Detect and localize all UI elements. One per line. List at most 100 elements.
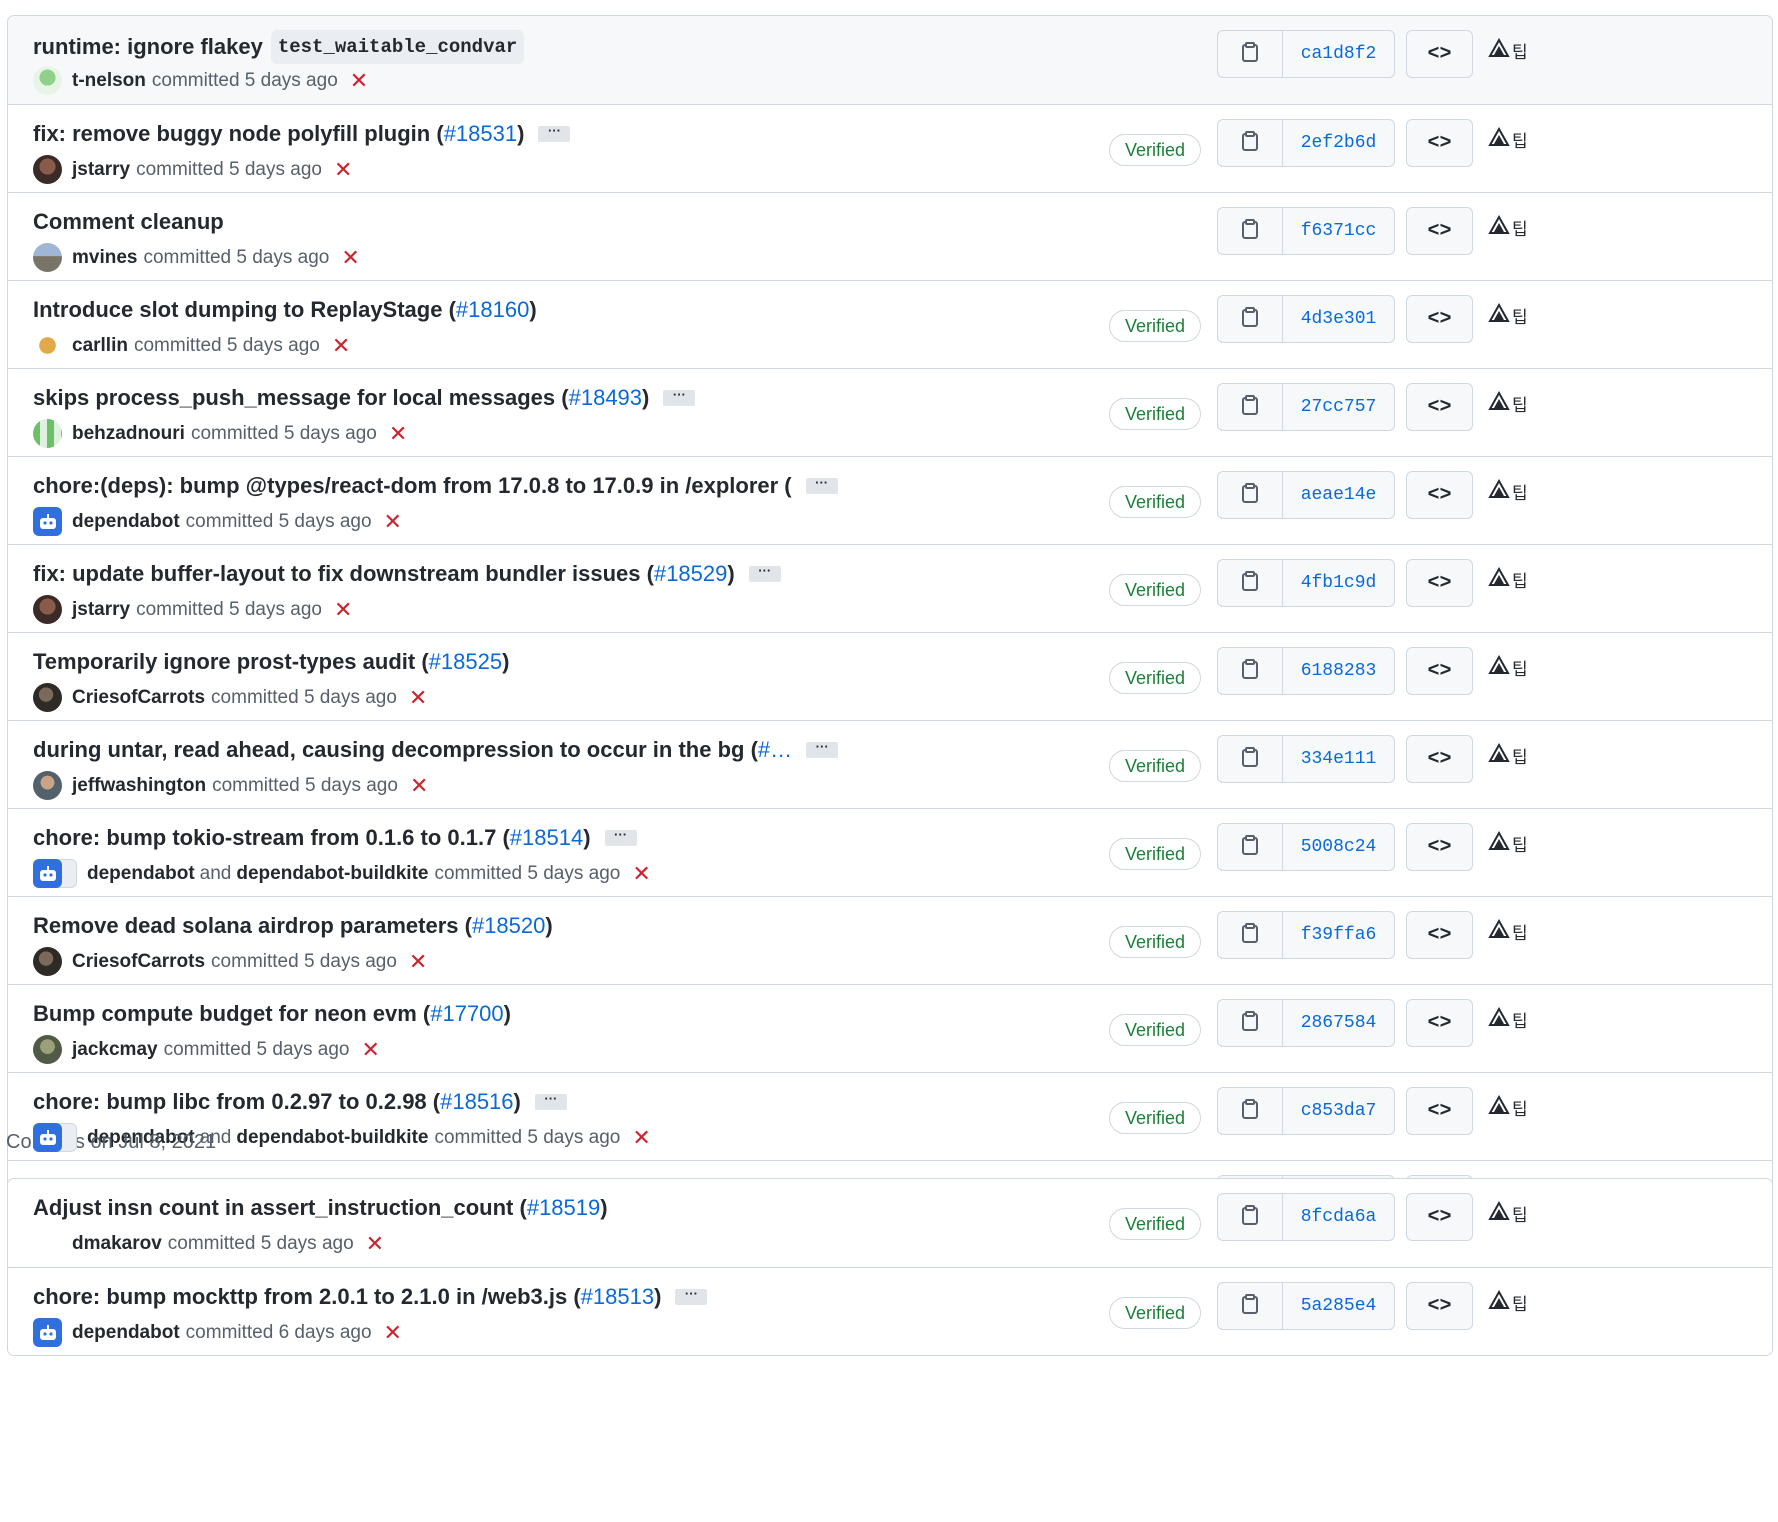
- avatar[interactable]: [33, 419, 62, 448]
- copy-sha-button[interactable]: [1218, 1088, 1283, 1134]
- avatar[interactable]: [33, 155, 62, 184]
- browse-repo-button[interactable]: <>: [1406, 1087, 1473, 1135]
- commit-message-link[interactable]: Temporarily ignore prost-types audit (: [33, 647, 429, 677]
- avatar[interactable]: [33, 683, 62, 712]
- verified-badge[interactable]: Verified: [1109, 662, 1201, 694]
- commit-message-link[interactable]: fix: remove buggy node polyfill plugin (: [33, 119, 444, 149]
- pull-request-link[interactable]: #18160: [456, 295, 529, 325]
- expand-description-button[interactable]: ···: [604, 828, 637, 846]
- pull-request-link[interactable]: #…: [758, 735, 792, 765]
- warning-icon[interactable]: 팁: [1488, 1094, 1528, 1120]
- commit-sha-link[interactable]: 334e111: [1283, 736, 1394, 782]
- warning-icon[interactable]: 팁: [1488, 1006, 1528, 1032]
- author-link[interactable]: jeffwashington: [72, 773, 206, 799]
- commit-message-link[interactable]: chore: bump mockttp from 2.0.1 to 2.1.0 …: [33, 1282, 581, 1312]
- author-link[interactable]: dependabot: [72, 1320, 180, 1346]
- browse-repo-button[interactable]: <>: [1406, 383, 1473, 431]
- ci-failed-icon[interactable]: ✕: [350, 69, 368, 91]
- warning-icon[interactable]: 팁: [1488, 654, 1528, 680]
- verified-badge[interactable]: Verified: [1109, 750, 1201, 782]
- author-link[interactable]: dependabot: [72, 509, 180, 535]
- commit-sha-link[interactable]: 5008c24: [1283, 824, 1394, 870]
- commit-sha-link[interactable]: 2867584: [1283, 1000, 1394, 1046]
- warning-icon[interactable]: 팁: [1488, 37, 1528, 63]
- pull-request-link[interactable]: #18514: [510, 823, 583, 853]
- warning-icon[interactable]: 팁: [1488, 742, 1528, 768]
- verified-badge[interactable]: Verified: [1109, 134, 1201, 166]
- coauthor-link[interactable]: dependabot-buildkite: [236, 1125, 428, 1151]
- ci-failed-icon[interactable]: ✕: [361, 1038, 379, 1060]
- pull-request-link[interactable]: #18493: [569, 383, 642, 413]
- copy-sha-button[interactable]: [1218, 472, 1283, 518]
- ci-failed-icon[interactable]: ✕: [409, 950, 427, 972]
- warning-icon[interactable]: 팁: [1488, 566, 1528, 592]
- commit-sha-link[interactable]: 8fcda6a: [1283, 1194, 1394, 1240]
- ci-failed-icon[interactable]: ✕: [366, 1232, 384, 1254]
- copy-sha-button[interactable]: [1218, 31, 1283, 77]
- commit-sha-link[interactable]: 5a285e4: [1283, 1283, 1394, 1329]
- verified-badge[interactable]: Verified: [1109, 1297, 1201, 1329]
- avatar[interactable]: [33, 1229, 62, 1258]
- copy-sha-button[interactable]: [1218, 912, 1283, 958]
- commit-message-link[interactable]: skips process_push_message for local mes…: [33, 383, 569, 413]
- commit-sha-link[interactable]: 4d3e301: [1283, 296, 1394, 342]
- author-link[interactable]: mvines: [72, 245, 137, 271]
- commit-message-link[interactable]: chore: bump tokio-stream from 0.1.6 to 0…: [33, 823, 510, 853]
- avatar[interactable]: [33, 331, 62, 360]
- ci-failed-icon[interactable]: ✕: [334, 158, 352, 180]
- copy-sha-button[interactable]: [1218, 648, 1283, 694]
- browse-repo-button[interactable]: <>: [1406, 1282, 1473, 1330]
- author-link[interactable]: CriesofCarrots: [72, 685, 205, 711]
- browse-repo-button[interactable]: <>: [1406, 735, 1473, 783]
- pull-request-link[interactable]: #18525: [429, 647, 502, 677]
- commit-sha-link[interactable]: c853da7: [1283, 1088, 1394, 1134]
- ci-failed-icon[interactable]: ✕: [389, 422, 407, 444]
- commit-sha-link[interactable]: f6371cc: [1283, 208, 1394, 254]
- browse-repo-button[interactable]: <>: [1406, 119, 1473, 167]
- pull-request-link[interactable]: #18519: [527, 1193, 600, 1223]
- commit-sha-link[interactable]: 2ef2b6d: [1283, 120, 1394, 166]
- avatar[interactable]: [33, 1035, 62, 1064]
- author-link[interactable]: dependabot: [87, 861, 195, 887]
- pull-request-link[interactable]: #18513: [581, 1282, 654, 1312]
- commit-message-link[interactable]: during untar, read ahead, causing decomp…: [33, 735, 758, 765]
- commit-message-link[interactable]: Bump compute budget for neon evm (: [33, 999, 430, 1029]
- author-link[interactable]: CriesofCarrots: [72, 949, 205, 975]
- browse-repo-button[interactable]: <>: [1406, 999, 1473, 1047]
- warning-icon[interactable]: 팁: [1488, 918, 1528, 944]
- avatar[interactable]: [33, 771, 62, 800]
- author-link[interactable]: carllin: [72, 333, 128, 359]
- pull-request-link[interactable]: #18529: [654, 559, 727, 589]
- warning-icon[interactable]: 팁: [1488, 214, 1528, 240]
- commit-sha-link[interactable]: ca1d8f2: [1283, 31, 1394, 77]
- copy-sha-button[interactable]: [1218, 736, 1283, 782]
- browse-repo-button[interactable]: <>: [1406, 823, 1473, 871]
- avatar-stack[interactable]: [33, 859, 77, 888]
- ci-failed-icon[interactable]: ✕: [410, 774, 428, 796]
- pull-request-link[interactable]: #18516: [440, 1087, 513, 1117]
- copy-sha-button[interactable]: [1218, 1283, 1283, 1329]
- commit-message-link[interactable]: Adjust insn count in assert_instruction_…: [33, 1193, 527, 1223]
- expand-description-button[interactable]: ···: [805, 476, 838, 494]
- ci-failed-icon[interactable]: ✕: [384, 1321, 402, 1343]
- author-link[interactable]: dmakarov: [72, 1231, 162, 1257]
- browse-repo-button[interactable]: <>: [1406, 911, 1473, 959]
- expand-description-button[interactable]: ···: [806, 740, 839, 758]
- ci-failed-icon[interactable]: ✕: [334, 598, 352, 620]
- verified-badge[interactable]: Verified: [1109, 310, 1201, 342]
- browse-repo-button[interactable]: <>: [1406, 1193, 1473, 1241]
- author-link[interactable]: jackcmay: [72, 1037, 158, 1063]
- ci-failed-icon[interactable]: ✕: [409, 686, 427, 708]
- author-link[interactable]: behzadnouri: [72, 421, 185, 447]
- commit-sha-link[interactable]: 4fb1c9d: [1283, 560, 1394, 606]
- commit-message-link[interactable]: chore:(deps): bump @types/react-dom from…: [33, 471, 792, 501]
- browse-repo-button[interactable]: <>: [1406, 295, 1473, 343]
- ci-failed-icon[interactable]: ✕: [384, 510, 402, 532]
- commit-message-link[interactable]: Remove dead solana airdrop parameters (: [33, 911, 472, 941]
- dependabot-avatar[interactable]: [33, 507, 62, 536]
- verified-badge[interactable]: Verified: [1109, 838, 1201, 870]
- expand-description-button[interactable]: ···: [538, 124, 571, 142]
- expand-description-button[interactable]: ···: [675, 1287, 708, 1305]
- commit-message-link[interactable]: fix: update buffer-layout to fix downstr…: [33, 559, 654, 589]
- commit-message-link[interactable]: runtime: ignore flakey: [33, 32, 263, 62]
